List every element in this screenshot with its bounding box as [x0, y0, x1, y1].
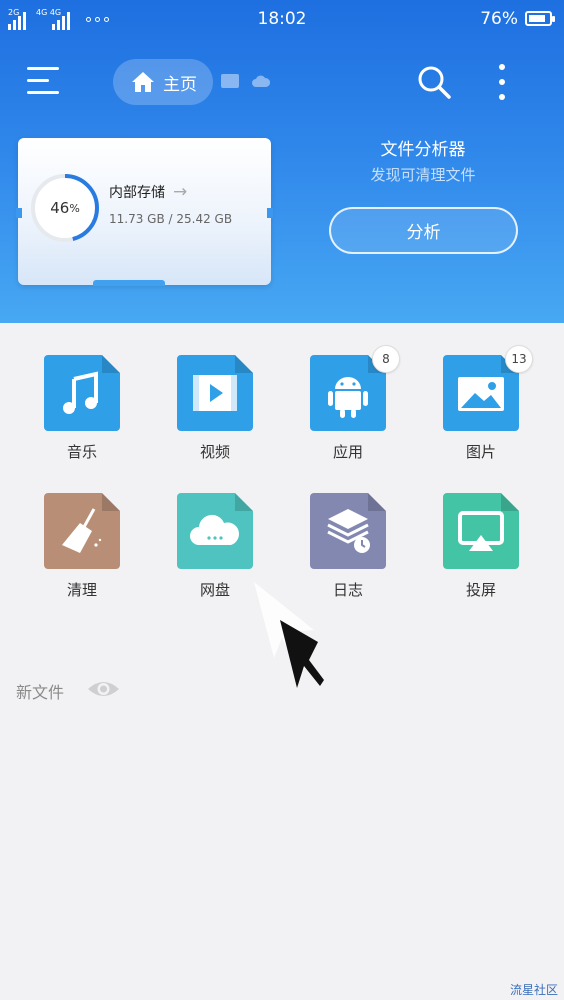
cloud-icon[interactable]	[252, 75, 270, 87]
music-icon	[63, 371, 98, 414]
storage-title: 内部存储 →	[109, 182, 188, 202]
broom-icon	[62, 508, 102, 553]
analyzer-title: 文件分析器	[380, 140, 466, 160]
log-icon	[327, 509, 370, 553]
category-cast[interactable]	[443, 493, 519, 569]
category-broom[interactable]	[44, 493, 120, 569]
storage-usage-text: 11.73 GB / 25.42 GB	[109, 212, 233, 226]
watermark: 流星社区	[509, 983, 558, 997]
category-image-badge: 13	[505, 345, 533, 373]
video-icon	[193, 375, 237, 411]
category-broom-label: 清理	[66, 581, 97, 599]
analyzer-subtitle: 发现可清理文件	[370, 166, 476, 184]
category-music-label: 音乐	[66, 443, 97, 461]
home-icon	[132, 72, 154, 92]
eye-icon[interactable]	[87, 679, 120, 699]
tab-home[interactable]: 主页	[113, 59, 213, 105]
new-files-label: 新文件	[16, 683, 65, 702]
cursor-pointer-icon	[254, 582, 324, 688]
chat-icon[interactable]	[221, 74, 239, 88]
battery-percent: 76%	[480, 9, 518, 29]
status-bar: 2G 4G 4G 18:02 76%	[0, 0, 564, 38]
category-cloud-drive-label: 网盘	[199, 581, 230, 599]
category-android-label: 应用	[332, 443, 363, 461]
battery-icon	[525, 11, 555, 26]
menu-icon[interactable]	[27, 67, 59, 95]
category-android-badge: 8	[372, 345, 400, 373]
category-cloud-drive[interactable]	[177, 493, 253, 569]
more-vertical-icon[interactable]	[497, 64, 507, 100]
category-image-label: 图片	[465, 443, 496, 461]
cloud-drive-icon	[190, 514, 240, 545]
storage-percent: 46%	[50, 199, 80, 217]
cast-icon	[458, 511, 504, 551]
internal-storage-card[interactable]: 46% 内部存储 → 11.73 GB / 25.42 GB	[16, 138, 273, 286]
category-cast-label: 投屏	[465, 581, 496, 599]
tab-home-label: 主页	[163, 74, 197, 95]
category-video[interactable]	[177, 355, 253, 431]
search-icon[interactable]	[416, 64, 452, 100]
category-log[interactable]	[310, 493, 386, 569]
arrow-right-icon: →	[173, 182, 188, 202]
analyze-button[interactable]: 分析	[329, 207, 518, 254]
category-video-label: 视频	[199, 443, 230, 461]
header-background: 2G 4G 4G 18:02 76% 主页 46 % 内部存储 → 11.73 …	[0, 0, 564, 323]
category-music[interactable]	[44, 355, 120, 431]
